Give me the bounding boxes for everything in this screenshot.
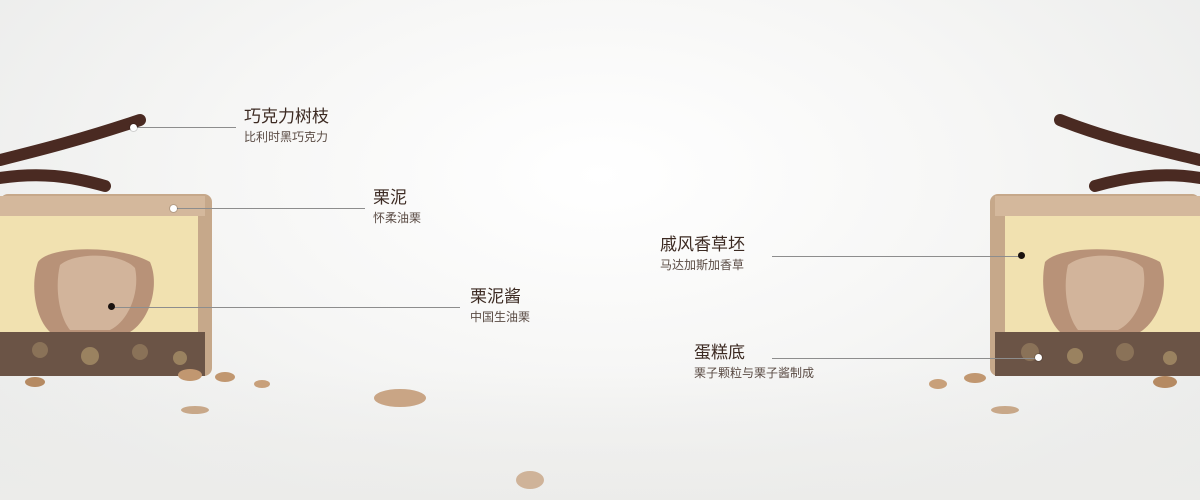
leader-line [112, 307, 460, 308]
label-chiffon-sponge: 戚风香草坯 马达加斯加香草 [660, 234, 745, 274]
crumb [516, 471, 544, 489]
label-title: 蛋糕底 [694, 343, 745, 363]
chestnut-piece [1067, 348, 1083, 364]
label-subtitle: 中国生油栗 [470, 310, 531, 324]
leader-line [136, 127, 236, 128]
label-cake-base: 蛋糕底 栗子颗粒与栗子酱制成 [694, 342, 814, 382]
crumb [374, 389, 426, 407]
crumb [991, 406, 1019, 414]
label-chestnut-sauce: 栗泥酱 中国生油栗 [470, 286, 530, 326]
chocolate-twig [1089, 169, 1200, 192]
chocolate-twig [0, 169, 111, 192]
crumb [254, 380, 270, 388]
chestnut-piece [32, 342, 48, 358]
label-chestnut-puree: 栗泥 怀柔油栗 [373, 187, 421, 227]
marker-dot [108, 303, 115, 310]
chocolate-twig [0, 114, 146, 166]
crumb [964, 373, 986, 383]
label-subtitle: 栗子颗粒与栗子酱制成 [694, 366, 815, 380]
crumb [181, 406, 209, 414]
right-cake-slice [990, 114, 1200, 376]
left-cake-slice [0, 114, 212, 376]
crumbs [25, 369, 1177, 489]
crumb [178, 369, 202, 381]
cake-cross-section-illustration [0, 114, 1200, 489]
chestnut-piece [81, 347, 99, 365]
crumb [215, 372, 235, 382]
label-subtitle: 马达加斯加香草 [660, 258, 745, 272]
label-chocolate-twig: 巧克力树枝 比利时黑巧克力 [244, 106, 329, 146]
glaze-top [995, 196, 1200, 216]
chestnut-piece [1163, 351, 1177, 365]
label-subtitle: 比利时黑巧克力 [244, 130, 329, 144]
marker-dot [170, 205, 177, 212]
crumb [929, 379, 947, 389]
chestnut-piece [1116, 343, 1134, 361]
chocolate-twig [1054, 114, 1200, 166]
label-title: 戚风香草坯 [660, 235, 745, 255]
chestnut-piece [132, 344, 148, 360]
leader-line [175, 208, 365, 209]
marker-dot [1018, 252, 1025, 259]
crumb [25, 377, 45, 387]
label-subtitle: 怀柔油栗 [373, 211, 422, 225]
leader-line [772, 256, 1020, 257]
crumb [1153, 376, 1177, 388]
marker-dot [130, 124, 137, 131]
marker-dot [1035, 354, 1042, 361]
label-title: 栗泥酱 [470, 287, 521, 307]
label-title: 巧克力树枝 [244, 107, 329, 127]
cake-base [0, 332, 205, 376]
chestnut-piece [173, 351, 187, 365]
label-title: 栗泥 [373, 188, 407, 208]
